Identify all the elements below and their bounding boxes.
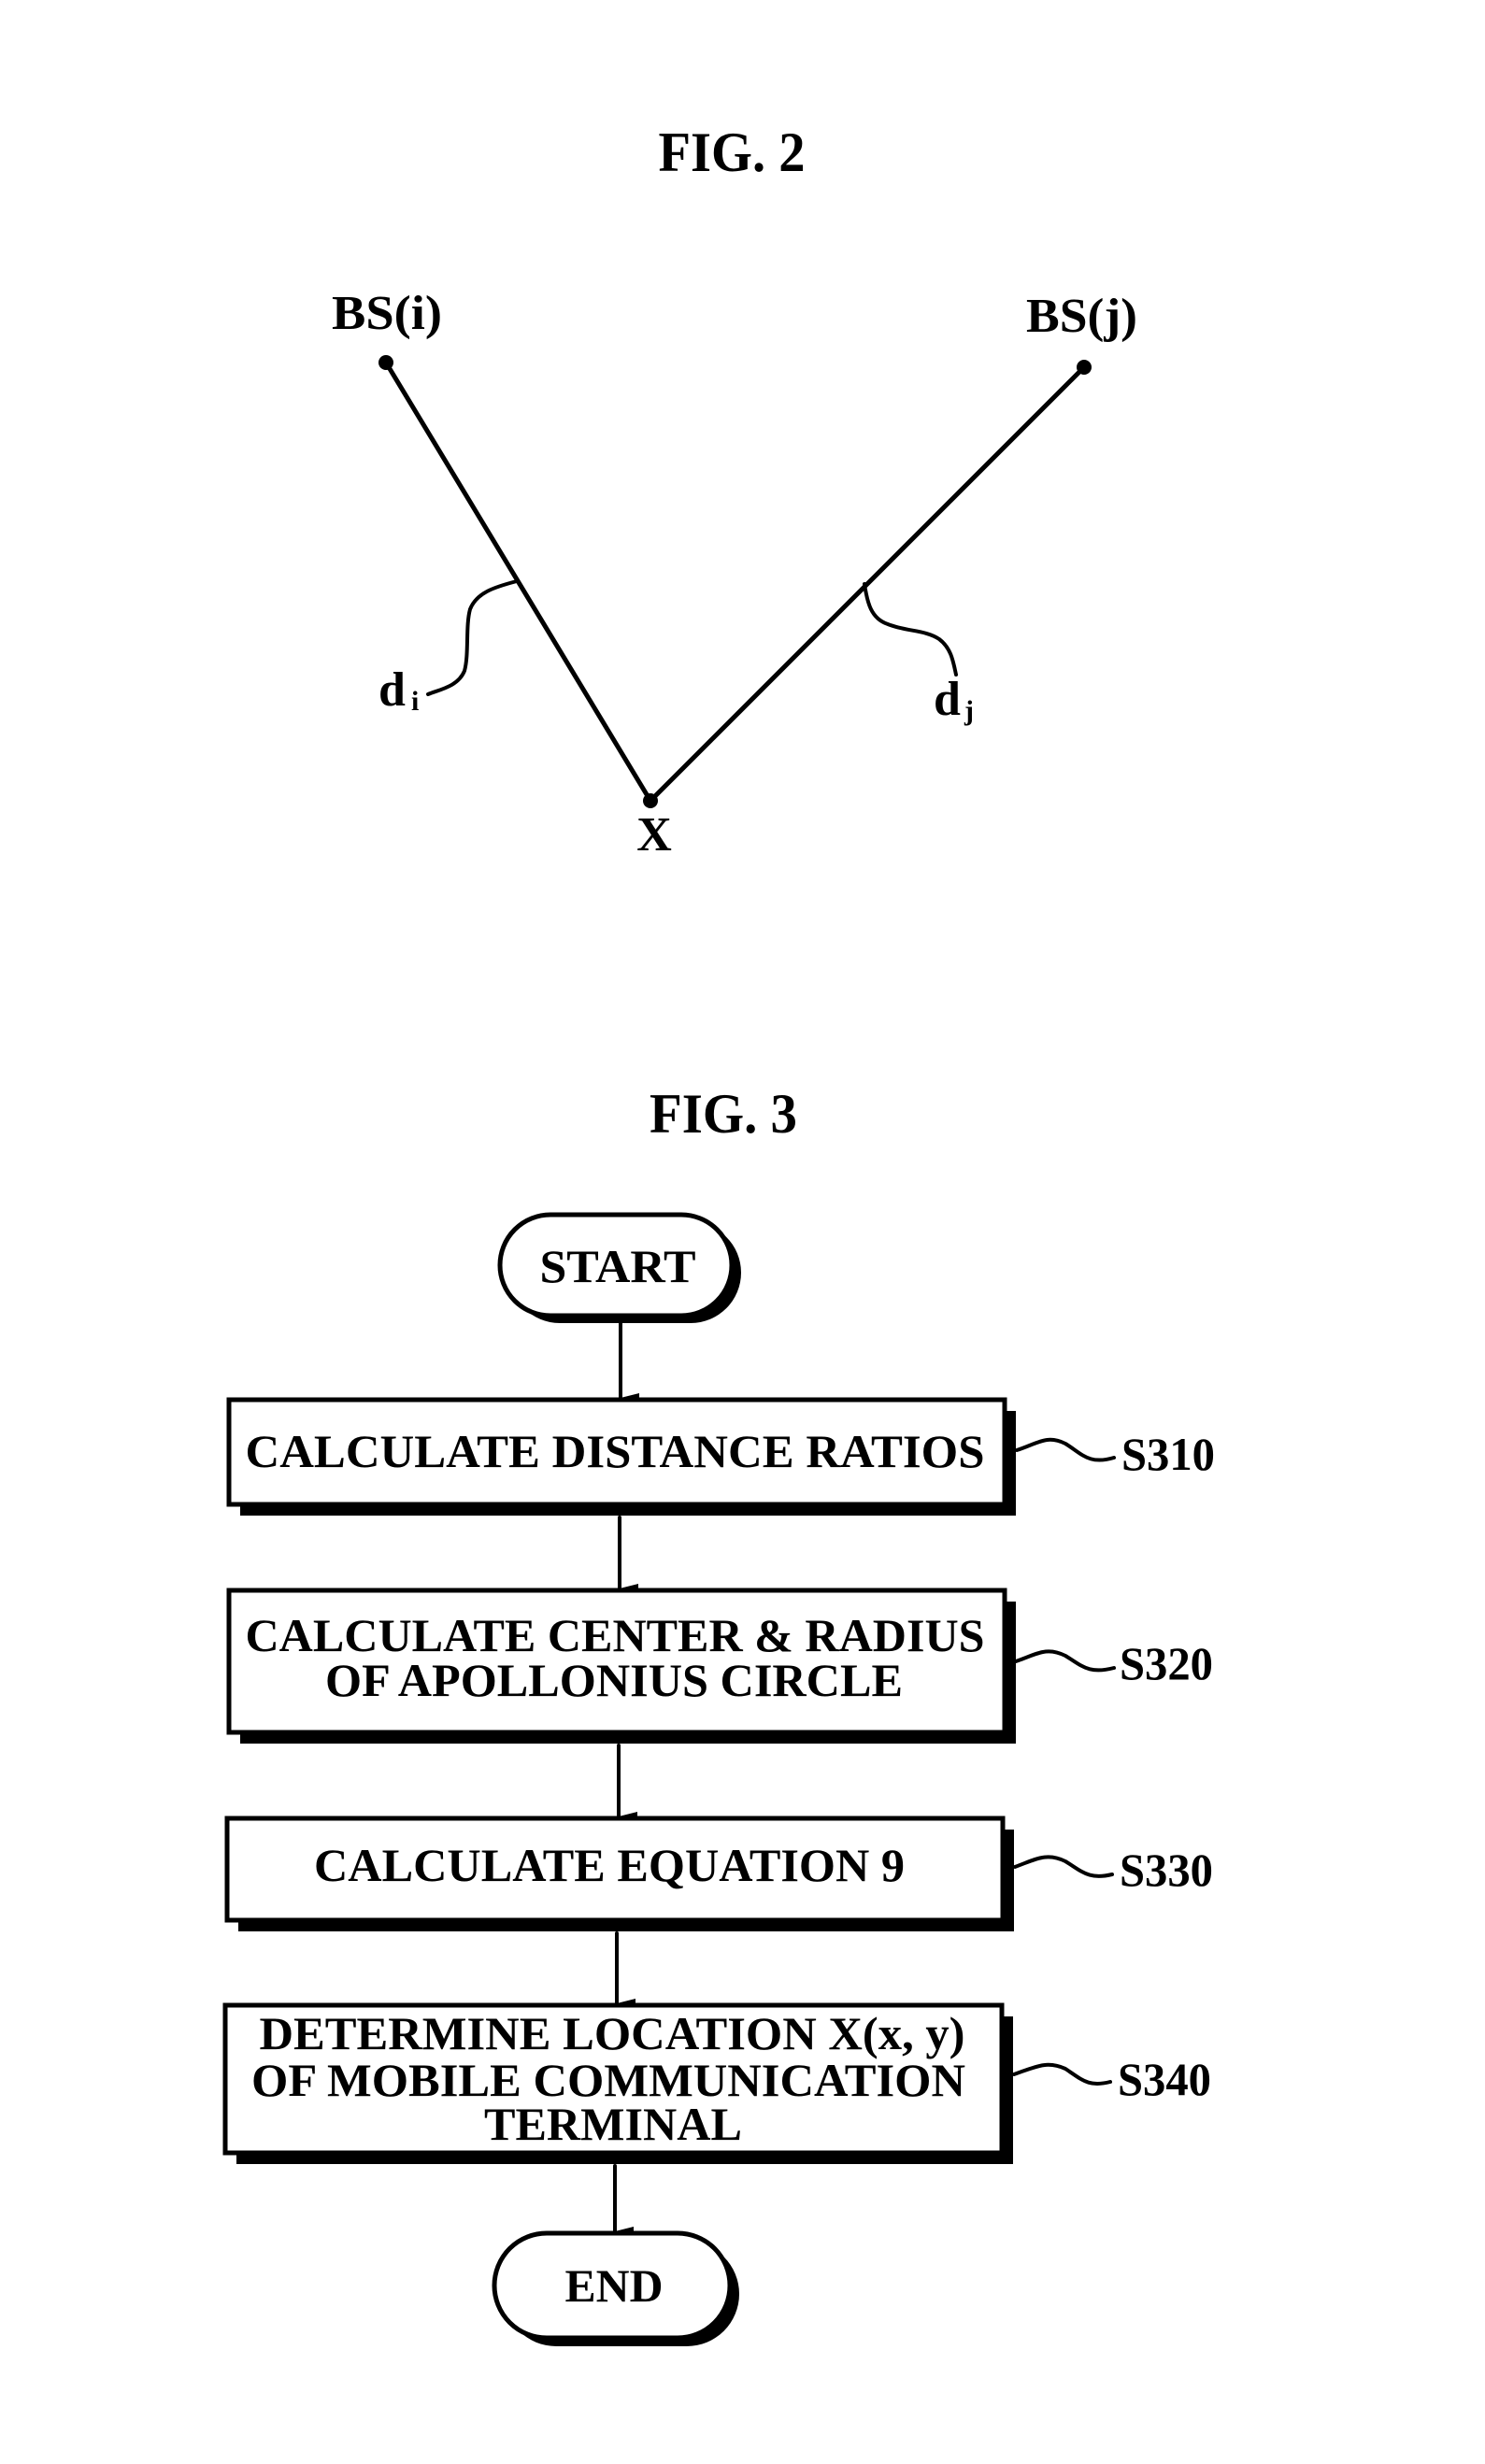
step-id-s310: S310	[1121, 1428, 1215, 1480]
leader-s310	[1015, 1437, 1116, 1462]
leader-s320	[1014, 1649, 1116, 1673]
step-s330-text-line-1: CALCULATE EQUATION 9	[314, 1839, 905, 1891]
figure-3: FIG. 3 START CALCULATE DISTANCE RATIOS S…	[222, 1083, 1215, 2346]
patent-drawing-sheet: FIG. 2 BS(i) BS(j) d i d j X FIG. 3 STAR…	[222, 121, 1215, 2346]
process-step-s310: CALCULATE DISTANCE RATIOS	[226, 1397, 1016, 1516]
distance-label-d-j-subscript: j	[964, 695, 974, 726]
leader-d-i	[426, 579, 519, 696]
distance-label-d-j: d j	[934, 673, 974, 726]
figure-2-title: FIG. 2	[659, 121, 806, 183]
base-station-i-point	[378, 355, 393, 370]
leader-s340	[1012, 2062, 1112, 2087]
base-station-j-label: BS(j)	[1026, 290, 1137, 343]
step-s320-text-line-2: OF APOLLONIUS CIRCLE	[325, 1654, 903, 1706]
terminal-point	[643, 793, 658, 808]
leader-s330	[1013, 1855, 1114, 1878]
process-step-s320: CALCULATE CENTER & RADIUS OF APOLLONIUS …	[226, 1588, 1016, 1744]
base-station-j-point	[1077, 360, 1092, 375]
end-terminator: END	[492, 2230, 739, 2346]
step-id-s320: S320	[1120, 1637, 1213, 1689]
distance-label-d-i-base: d	[378, 663, 406, 717]
end-label: END	[565, 2259, 664, 2312]
step-id-s330: S330	[1120, 1844, 1213, 1896]
step-id-s340: S340	[1118, 2053, 1211, 2105]
start-label: START	[540, 1240, 696, 1292]
step-s310-text-line-1: CALCULATE DISTANCE RATIOS	[246, 1425, 985, 1477]
step-s340-text-line-3: TERMINAL	[484, 2098, 742, 2150]
process-step-s340: DETERMINE LOCATION X(x, y) OF MOBILE COM…	[222, 2002, 1013, 2164]
terminal-label: X	[636, 808, 672, 862]
step-s340-text-line-1: DETERMINE LOCATION X(x, y)	[260, 2007, 965, 2059]
base-station-i-label: BS(i)	[332, 287, 442, 340]
figure-2: FIG. 2 BS(i) BS(j) d i d j X	[332, 121, 1137, 862]
start-terminator: START	[497, 1212, 741, 1323]
distance-label-d-j-base: d	[934, 673, 961, 726]
distance-line-j	[648, 364, 1087, 804]
figure-3-title: FIG. 3	[650, 1083, 797, 1145]
distance-label-d-i: d i	[378, 663, 419, 717]
process-step-s330: CALCULATE EQUATION 9	[224, 1816, 1014, 1931]
distance-label-d-i-subscript: i	[411, 686, 419, 717]
leader-d-j	[863, 582, 958, 677]
